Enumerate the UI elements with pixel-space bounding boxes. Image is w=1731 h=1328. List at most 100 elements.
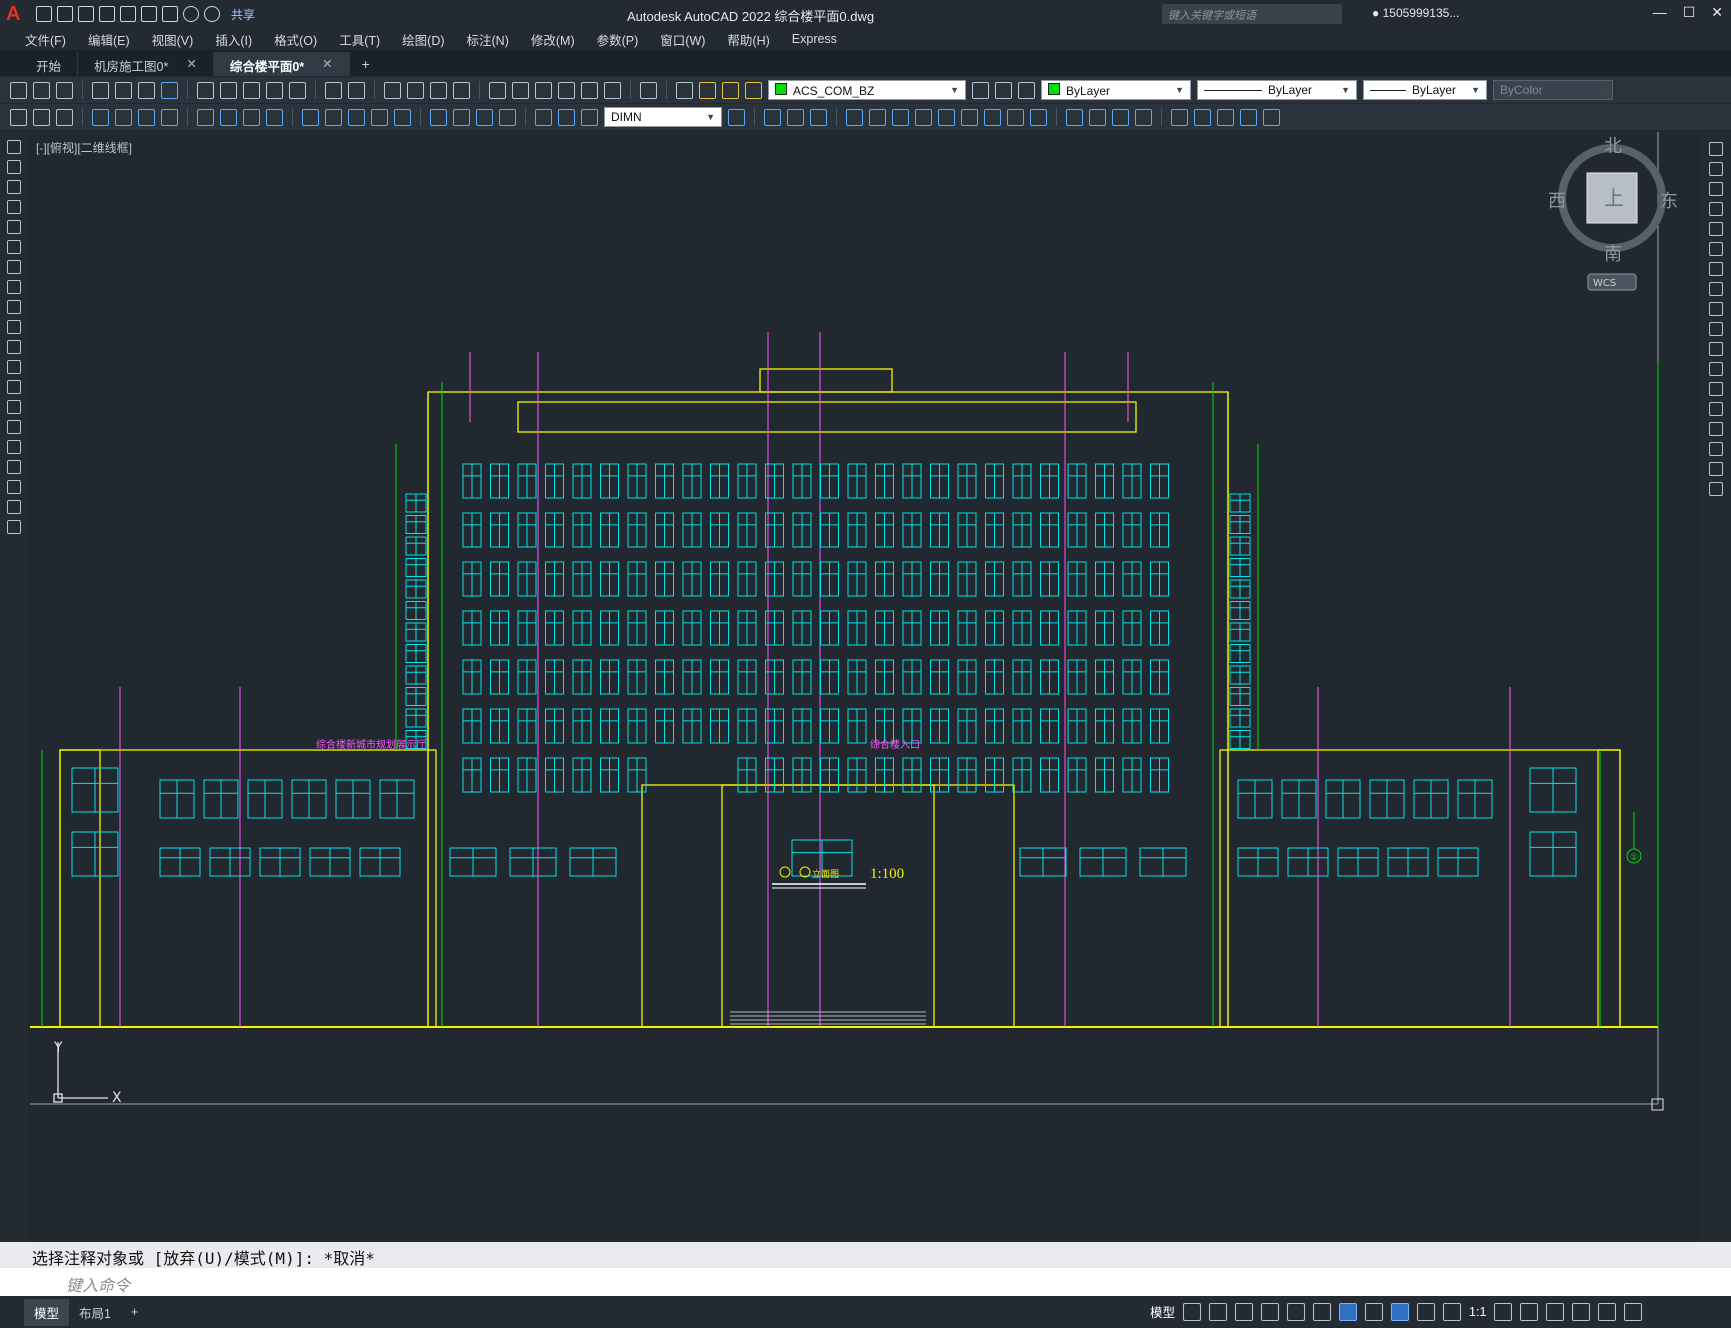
linear-dimension-icon[interactable]	[92, 108, 109, 126]
osnap-icon[interactable]	[1339, 1302, 1358, 1321]
calculator-icon[interactable]	[604, 81, 621, 99]
annotation-scale-value[interactable]: 1:1	[1469, 1305, 1486, 1319]
xref-clip-icon[interactable]	[869, 108, 886, 126]
undo-icon[interactable]	[325, 81, 342, 99]
lineweight-icon[interactable]	[1365, 1302, 1384, 1321]
plot-icon[interactable]	[92, 81, 109, 99]
tab-close-icon[interactable]: ✕	[322, 56, 332, 72]
isolate-objects-icon[interactable]	[1546, 1302, 1565, 1321]
undo-icon[interactable]	[183, 6, 199, 22]
plus-icon[interactable]	[1520, 1302, 1539, 1321]
arc-icon[interactable]	[7, 240, 21, 254]
gradient-icon[interactable]	[7, 440, 21, 454]
region-icon[interactable]	[7, 460, 21, 474]
point-icon[interactable]	[7, 400, 21, 414]
polyline-icon[interactable]	[7, 180, 21, 194]
open-web-icon[interactable]	[120, 6, 136, 22]
dimension-style-icon[interactable]	[728, 108, 745, 126]
xref-attach-icon[interactable]	[846, 108, 863, 126]
save-icon[interactable]	[78, 6, 94, 22]
menu-item-7[interactable]: 标注(N)	[456, 30, 520, 49]
polygon-icon[interactable]	[7, 200, 21, 214]
hardware-acceleration-icon[interactable]	[1572, 1302, 1591, 1321]
ellipse-icon[interactable]	[7, 320, 21, 334]
layer-sun-icon[interactable]	[722, 81, 739, 99]
aligned-dimension-icon[interactable]	[115, 108, 132, 126]
menu-item-9[interactable]: 参数(P)	[586, 30, 650, 49]
rotate-icon[interactable]	[1709, 262, 1723, 276]
dimension-edit-icon[interactable]	[535, 108, 552, 126]
menu-item-6[interactable]: 绘图(D)	[391, 30, 455, 49]
viewport-controls[interactable]: [-][俯视][二维线框]	[36, 139, 132, 156]
image-transparency-icon[interactable]	[1007, 108, 1024, 126]
offset-icon[interactable]	[1709, 202, 1723, 216]
menu-item-3[interactable]: 插入(I)	[204, 30, 263, 49]
table-icon[interactable]	[7, 480, 21, 494]
image-attach-icon[interactable]	[915, 108, 932, 126]
baseline-dimension-icon[interactable]	[325, 108, 342, 126]
save-icon[interactable]	[56, 81, 73, 99]
xref-bind-icon[interactable]	[892, 108, 909, 126]
layer-properties-icon[interactable]	[676, 81, 693, 99]
design-center-icon[interactable]	[512, 81, 529, 99]
group-edit-icon[interactable]	[1112, 108, 1129, 126]
menu-item-10[interactable]: 窗口(W)	[649, 30, 716, 49]
join-icon[interactable]	[1709, 402, 1723, 416]
plot-preview-icon[interactable]	[115, 81, 132, 99]
layout-tab[interactable]: 布局1	[69, 1299, 121, 1326]
snap-icon[interactable]	[1209, 1302, 1228, 1321]
copy-object-icon[interactable]	[1709, 162, 1723, 176]
minimize-icon[interactable]: —	[1653, 4, 1667, 21]
annotation-scale-icon[interactable]	[1443, 1302, 1462, 1321]
move-icon[interactable]	[1709, 242, 1723, 256]
color-dropdown[interactable]: ByLayer ▼	[1041, 80, 1191, 100]
group-icon[interactable]	[1066, 108, 1083, 126]
customize-icon[interactable]	[1624, 1302, 1643, 1321]
continue-dimension-icon[interactable]	[348, 108, 365, 126]
layer-iso-icon[interactable]	[1018, 81, 1035, 99]
layer-delete-icon[interactable]	[56, 108, 73, 126]
image-quality-icon[interactable]	[984, 108, 1001, 126]
tab-close-icon[interactable]: ✕	[186, 56, 196, 72]
document-tab[interactable]: 开始	[20, 52, 79, 76]
open-icon[interactable]	[57, 6, 73, 22]
menu-item-11[interactable]: 帮助(H)	[716, 30, 780, 49]
diameter-dimension-icon[interactable]	[243, 108, 260, 126]
new-icon[interactable]	[36, 6, 52, 22]
radius-dimension-icon[interactable]	[197, 108, 214, 126]
osnap-tracking-icon[interactable]	[1313, 1302, 1332, 1321]
layer-walk-icon[interactable]	[10, 108, 27, 126]
annotation-visibility-icon[interactable]	[1391, 1302, 1410, 1321]
layer-dropdown[interactable]: ACS_COM_BZ ▼	[768, 80, 966, 100]
help-icon[interactable]	[640, 81, 657, 99]
copy-icon[interactable]	[220, 81, 237, 99]
insert-block-icon[interactable]	[7, 360, 21, 374]
image-clip-icon[interactable]	[938, 108, 955, 126]
open-icon[interactable]	[33, 81, 50, 99]
ortho-icon[interactable]	[1235, 1302, 1254, 1321]
model-space-label[interactable]: 模型	[1150, 1302, 1175, 1321]
workspace-gear-icon[interactable]	[1494, 1302, 1513, 1321]
sheet-set-icon[interactable]	[558, 81, 575, 99]
dimension-space-icon[interactable]	[371, 108, 388, 126]
menu-item-12[interactable]: Express	[781, 32, 848, 46]
search-input[interactable]: 键入关键字或短语	[1162, 4, 1342, 24]
rectangle-icon[interactable]	[7, 220, 21, 234]
document-tab[interactable]: 综合楼平面0* ✕	[213, 52, 350, 76]
erase-icon[interactable]	[1709, 142, 1723, 156]
image-adjust-icon[interactable]	[961, 108, 978, 126]
ellipse-arc-icon[interactable]	[7, 340, 21, 354]
save-as-icon[interactable]	[99, 6, 115, 22]
draworder-above-icon[interactable]	[810, 108, 827, 126]
hatch-icon[interactable]	[7, 420, 21, 434]
paste-icon[interactable]	[243, 81, 260, 99]
publish-icon[interactable]	[138, 81, 155, 99]
drawing-canvas[interactable]: 综合楼新城市规划展示厅 综合楼入口 立面图 1:100 ① Y X 上 北 南 …	[30, 132, 1701, 1242]
draworder-front-icon[interactable]	[764, 108, 781, 126]
line-icon[interactable]	[7, 140, 21, 154]
layer-previous-icon[interactable]	[995, 81, 1012, 99]
command-input[interactable]: 键入命令	[0, 1268, 1731, 1296]
dimension-text-edit-icon[interactable]	[558, 108, 575, 126]
group-select-icon[interactable]	[1135, 108, 1152, 126]
scale-icon[interactable]	[1709, 282, 1723, 296]
